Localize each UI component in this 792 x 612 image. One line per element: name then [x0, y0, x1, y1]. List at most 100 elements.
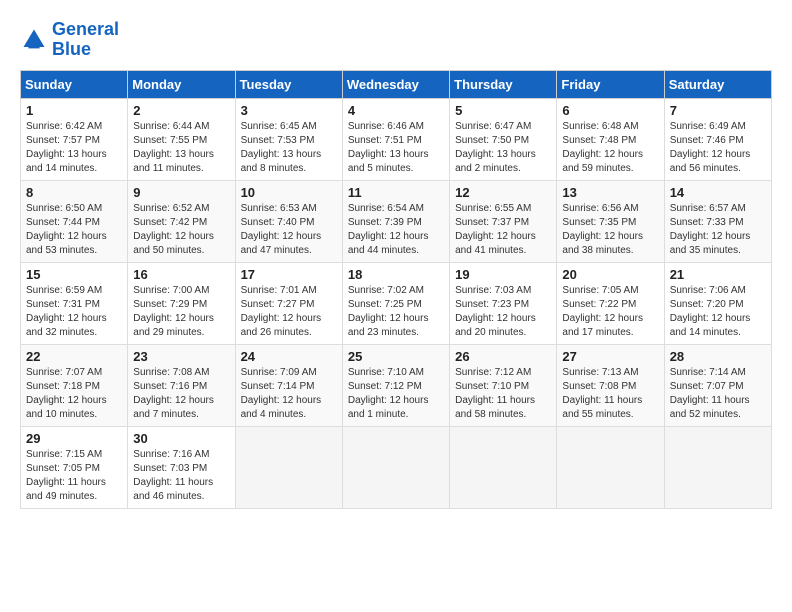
day-detail: Sunrise: 7:01 AMSunset: 7:27 PMDaylight:… — [241, 285, 322, 338]
day-number: 9 — [133, 185, 229, 200]
calendar-cell: 19 Sunrise: 7:03 AMSunset: 7:23 PMDaylig… — [450, 262, 557, 344]
day-detail: Sunrise: 7:03 AMSunset: 7:23 PMDaylight:… — [455, 285, 536, 338]
calendar-cell: 17 Sunrise: 7:01 AMSunset: 7:27 PMDaylig… — [235, 262, 342, 344]
day-number: 19 — [455, 267, 551, 282]
calendar-cell: 15 Sunrise: 6:59 AMSunset: 7:31 PMDaylig… — [21, 262, 128, 344]
day-number: 17 — [241, 267, 337, 282]
calendar-cell — [342, 426, 449, 508]
calendar-cell: 22 Sunrise: 7:07 AMSunset: 7:18 PMDaylig… — [21, 344, 128, 426]
day-detail: Sunrise: 6:49 AMSunset: 7:46 PMDaylight:… — [670, 121, 751, 174]
calendar-cell: 8 Sunrise: 6:50 AMSunset: 7:44 PMDayligh… — [21, 180, 128, 262]
day-detail: Sunrise: 7:16 AMSunset: 7:03 PMDaylight:… — [133, 449, 213, 502]
day-number: 21 — [670, 267, 766, 282]
day-number: 5 — [455, 103, 551, 118]
day-number: 25 — [348, 349, 444, 364]
col-header-sunday: Sunday — [21, 70, 128, 98]
day-number: 12 — [455, 185, 551, 200]
col-header-wednesday: Wednesday — [342, 70, 449, 98]
calendar-cell — [235, 426, 342, 508]
calendar-cell — [557, 426, 664, 508]
day-number: 6 — [562, 103, 658, 118]
calendar-cell: 28 Sunrise: 7:14 AMSunset: 7:07 PMDaylig… — [664, 344, 771, 426]
day-detail: Sunrise: 6:46 AMSunset: 7:51 PMDaylight:… — [348, 121, 429, 174]
calendar-cell: 24 Sunrise: 7:09 AMSunset: 7:14 PMDaylig… — [235, 344, 342, 426]
day-detail: Sunrise: 6:55 AMSunset: 7:37 PMDaylight:… — [455, 203, 536, 256]
logo-icon — [20, 26, 48, 54]
day-detail: Sunrise: 6:52 AMSunset: 7:42 PMDaylight:… — [133, 203, 214, 256]
day-number: 10 — [241, 185, 337, 200]
calendar-cell: 27 Sunrise: 7:13 AMSunset: 7:08 PMDaylig… — [557, 344, 664, 426]
calendar-cell: 13 Sunrise: 6:56 AMSunset: 7:35 PMDaylig… — [557, 180, 664, 262]
calendar-cell: 14 Sunrise: 6:57 AMSunset: 7:33 PMDaylig… — [664, 180, 771, 262]
calendar-week-row: 22 Sunrise: 7:07 AMSunset: 7:18 PMDaylig… — [21, 344, 772, 426]
day-number: 3 — [241, 103, 337, 118]
day-number: 14 — [670, 185, 766, 200]
calendar-cell: 20 Sunrise: 7:05 AMSunset: 7:22 PMDaylig… — [557, 262, 664, 344]
col-header-saturday: Saturday — [664, 70, 771, 98]
day-number: 4 — [348, 103, 444, 118]
page-header: General Blue — [20, 20, 772, 60]
day-detail: Sunrise: 7:07 AMSunset: 7:18 PMDaylight:… — [26, 367, 107, 420]
day-number: 18 — [348, 267, 444, 282]
day-detail: Sunrise: 7:02 AMSunset: 7:25 PMDaylight:… — [348, 285, 429, 338]
calendar-cell: 4 Sunrise: 6:46 AMSunset: 7:51 PMDayligh… — [342, 98, 449, 180]
col-header-tuesday: Tuesday — [235, 70, 342, 98]
day-detail: Sunrise: 6:57 AMSunset: 7:33 PMDaylight:… — [670, 203, 751, 256]
day-number: 26 — [455, 349, 551, 364]
day-number: 29 — [26, 431, 122, 446]
day-number: 27 — [562, 349, 658, 364]
col-header-monday: Monday — [128, 70, 235, 98]
day-detail: Sunrise: 7:05 AMSunset: 7:22 PMDaylight:… — [562, 285, 643, 338]
day-detail: Sunrise: 7:10 AMSunset: 7:12 PMDaylight:… — [348, 367, 429, 420]
calendar-cell: 18 Sunrise: 7:02 AMSunset: 7:25 PMDaylig… — [342, 262, 449, 344]
calendar-table: SundayMondayTuesdayWednesdayThursdayFrid… — [20, 70, 772, 509]
calendar-week-row: 15 Sunrise: 6:59 AMSunset: 7:31 PMDaylig… — [21, 262, 772, 344]
calendar-week-row: 29 Sunrise: 7:15 AMSunset: 7:05 PMDaylig… — [21, 426, 772, 508]
day-detail: Sunrise: 6:50 AMSunset: 7:44 PMDaylight:… — [26, 203, 107, 256]
day-number: 11 — [348, 185, 444, 200]
calendar-header-row: SundayMondayTuesdayWednesdayThursdayFrid… — [21, 70, 772, 98]
day-detail: Sunrise: 7:14 AMSunset: 7:07 PMDaylight:… — [670, 367, 750, 420]
calendar-cell — [664, 426, 771, 508]
day-number: 24 — [241, 349, 337, 364]
calendar-cell: 30 Sunrise: 7:16 AMSunset: 7:03 PMDaylig… — [128, 426, 235, 508]
day-detail: Sunrise: 6:45 AMSunset: 7:53 PMDaylight:… — [241, 121, 322, 174]
calendar-cell: 16 Sunrise: 7:00 AMSunset: 7:29 PMDaylig… — [128, 262, 235, 344]
col-header-thursday: Thursday — [450, 70, 557, 98]
calendar-cell — [450, 426, 557, 508]
calendar-cell: 29 Sunrise: 7:15 AMSunset: 7:05 PMDaylig… — [21, 426, 128, 508]
calendar-cell: 5 Sunrise: 6:47 AMSunset: 7:50 PMDayligh… — [450, 98, 557, 180]
calendar-week-row: 1 Sunrise: 6:42 AMSunset: 7:57 PMDayligh… — [21, 98, 772, 180]
calendar-week-row: 8 Sunrise: 6:50 AMSunset: 7:44 PMDayligh… — [21, 180, 772, 262]
calendar-cell: 9 Sunrise: 6:52 AMSunset: 7:42 PMDayligh… — [128, 180, 235, 262]
calendar-cell: 3 Sunrise: 6:45 AMSunset: 7:53 PMDayligh… — [235, 98, 342, 180]
calendar-cell: 1 Sunrise: 6:42 AMSunset: 7:57 PMDayligh… — [21, 98, 128, 180]
day-detail: Sunrise: 7:00 AMSunset: 7:29 PMDaylight:… — [133, 285, 214, 338]
calendar-cell: 12 Sunrise: 6:55 AMSunset: 7:37 PMDaylig… — [450, 180, 557, 262]
day-detail: Sunrise: 6:42 AMSunset: 7:57 PMDaylight:… — [26, 121, 107, 174]
day-number: 7 — [670, 103, 766, 118]
day-number: 22 — [26, 349, 122, 364]
day-number: 8 — [26, 185, 122, 200]
day-detail: Sunrise: 7:08 AMSunset: 7:16 PMDaylight:… — [133, 367, 214, 420]
day-detail: Sunrise: 7:12 AMSunset: 7:10 PMDaylight:… — [455, 367, 535, 420]
day-number: 28 — [670, 349, 766, 364]
day-number: 20 — [562, 267, 658, 282]
day-number: 13 — [562, 185, 658, 200]
col-header-friday: Friday — [557, 70, 664, 98]
day-number: 30 — [133, 431, 229, 446]
day-detail: Sunrise: 6:47 AMSunset: 7:50 PMDaylight:… — [455, 121, 536, 174]
calendar-cell: 23 Sunrise: 7:08 AMSunset: 7:16 PMDaylig… — [128, 344, 235, 426]
calendar-cell: 25 Sunrise: 7:10 AMSunset: 7:12 PMDaylig… — [342, 344, 449, 426]
day-detail: Sunrise: 6:59 AMSunset: 7:31 PMDaylight:… — [26, 285, 107, 338]
day-detail: Sunrise: 7:15 AMSunset: 7:05 PMDaylight:… — [26, 449, 106, 502]
calendar-cell: 21 Sunrise: 7:06 AMSunset: 7:20 PMDaylig… — [664, 262, 771, 344]
day-detail: Sunrise: 6:44 AMSunset: 7:55 PMDaylight:… — [133, 121, 214, 174]
day-detail: Sunrise: 7:06 AMSunset: 7:20 PMDaylight:… — [670, 285, 751, 338]
calendar-cell: 2 Sunrise: 6:44 AMSunset: 7:55 PMDayligh… — [128, 98, 235, 180]
logo: General Blue — [20, 20, 119, 60]
day-detail: Sunrise: 6:48 AMSunset: 7:48 PMDaylight:… — [562, 121, 643, 174]
calendar-cell: 7 Sunrise: 6:49 AMSunset: 7:46 PMDayligh… — [664, 98, 771, 180]
calendar-cell: 11 Sunrise: 6:54 AMSunset: 7:39 PMDaylig… — [342, 180, 449, 262]
day-detail: Sunrise: 7:13 AMSunset: 7:08 PMDaylight:… — [562, 367, 642, 420]
